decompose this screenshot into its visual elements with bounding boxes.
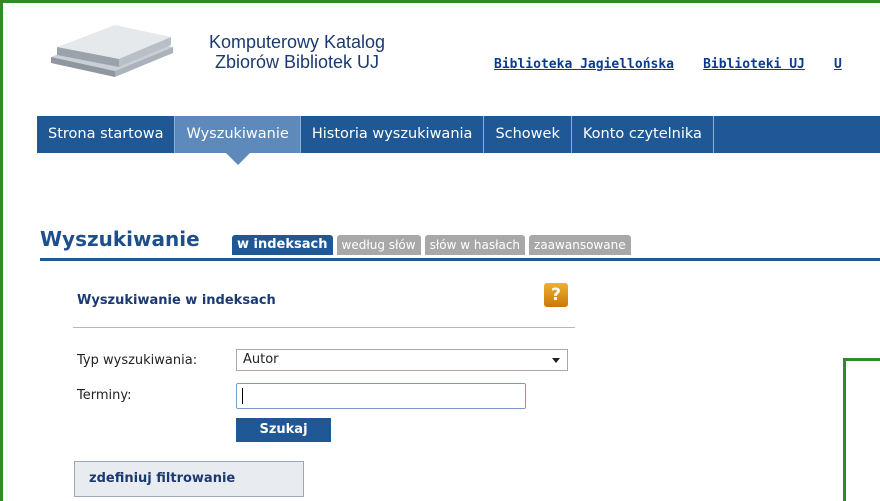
link-biblioteki-uj[interactable]: Biblioteki UJ	[703, 57, 805, 72]
nav-item-label: Strona startowa	[48, 126, 164, 142]
panel-title: Wyszukiwanie w indeksach	[77, 293, 276, 308]
catalog-title-line2: Zbiorów Bibliotek UJ	[214, 52, 380, 72]
search-type-label: Typ wyszukiwania:	[77, 353, 198, 368]
nav-item-strona-startowa[interactable]: Strona startowa	[37, 116, 176, 153]
side-box	[843, 358, 880, 501]
link-biblioteka-jagiellonska[interactable]: Biblioteka Jagiellońska	[494, 57, 674, 72]
nav-item-label: Historia wyszukiwania	[311, 126, 473, 142]
search-type-select[interactable]: Autor	[236, 349, 568, 371]
nav-item-schowek[interactable]: Schowek	[484, 116, 572, 153]
nav-item-historia[interactable]: Historia wyszukiwania	[301, 116, 485, 153]
chevron-down-icon	[552, 358, 560, 363]
search-button[interactable]: Szukaj	[236, 418, 331, 442]
help-icon[interactable]: ?	[544, 283, 568, 307]
nav-item-konto[interactable]: Konto czytelnika	[572, 116, 714, 153]
top-links: Biblioteka Jagiellońska Biblioteki UJ U	[494, 53, 866, 72]
tab-w-indeksach[interactable]: w indeksach	[232, 235, 333, 255]
panel-divider	[73, 327, 575, 328]
nav-item-label: Konto czytelnika	[582, 126, 702, 142]
search-tabs: w indeksach według słów słów w hasłach z…	[232, 235, 635, 255]
nav-item-label: Schowek	[495, 126, 560, 142]
main-nav: Strona startowa Wyszukiwanie Historia wy…	[37, 116, 880, 165]
define-filter-button[interactable]: zdefiniuj filtrowanie	[74, 461, 304, 497]
nav-item-wyszukiwanie[interactable]: Wyszukiwanie	[175, 116, 301, 165]
active-pointer	[225, 153, 250, 165]
text-caret	[242, 388, 243, 404]
book-logo-icon	[51, 21, 173, 77]
tab-slow-w-haslach[interactable]: słów w hasłach	[424, 235, 526, 255]
catalog-title-line1: Komputerowy Katalog	[208, 32, 386, 52]
nav-item-label: Wyszukiwanie	[186, 126, 289, 142]
page-frame: Komputerowy Katalog Zbiorów Bibliotek UJ…	[0, 0, 880, 501]
section-divider	[40, 258, 880, 261]
page-title: Wyszukiwanie	[40, 227, 200, 251]
tab-zaawansowane[interactable]: zaawansowane	[529, 235, 631, 255]
terms-label: Terminy:	[77, 388, 132, 403]
terms-input[interactable]	[236, 383, 526, 409]
catalog-title: Komputerowy Katalog Zbiorów Bibliotek UJ	[187, 32, 407, 72]
search-type-value: Autor	[243, 352, 279, 367]
tab-wedlug-slow[interactable]: według słów	[336, 235, 421, 255]
link-truncated[interactable]: U	[834, 57, 842, 72]
